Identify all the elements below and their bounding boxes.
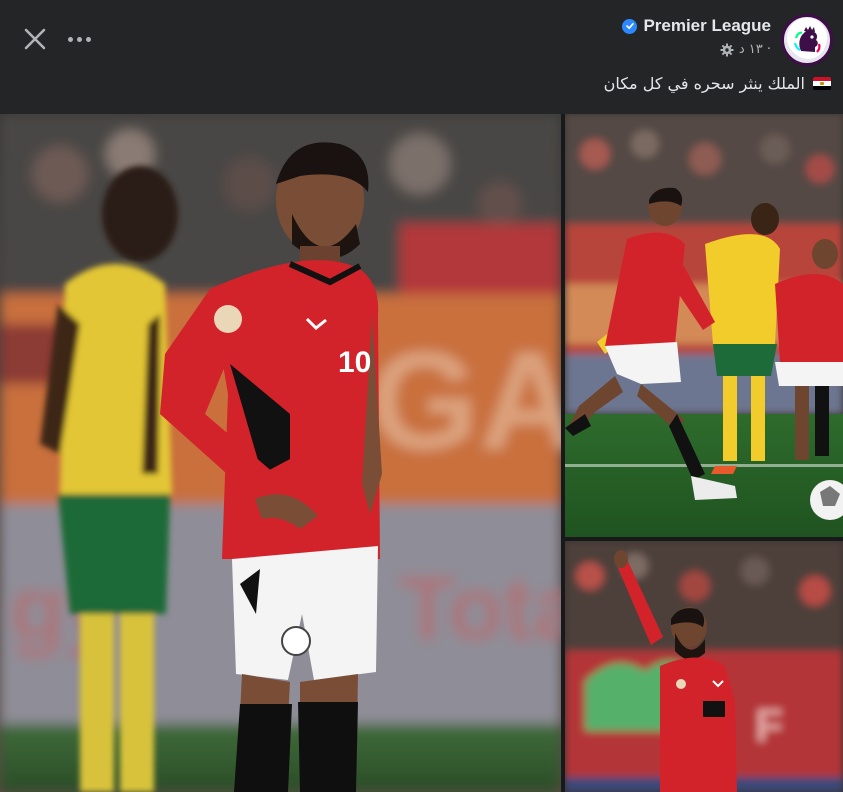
- svg-text:GA: GA: [370, 322, 561, 479]
- post-header: Premier League ١٣ د · الملك ينثر سحره في…: [0, 0, 843, 114]
- page-name-row: Premier League: [622, 16, 771, 36]
- photo-bottom-right[interactable]: F: [565, 541, 843, 792]
- gear-icon[interactable]: [720, 43, 734, 57]
- photo-top-right-image: [565, 114, 843, 537]
- close-button[interactable]: [20, 24, 50, 54]
- caption-text: الملك ينثر سحره في كل مكان: [603, 74, 805, 93]
- more-options-button[interactable]: [64, 26, 94, 52]
- svg-text:F: F: [755, 699, 783, 751]
- photo-top-right[interactable]: [565, 114, 843, 537]
- more-options-dot: [85, 36, 91, 42]
- egypt-flag-icon: [813, 77, 831, 90]
- photo-main[interactable]: GA gy Tota 10: [0, 114, 561, 792]
- jersey-number: 10: [338, 346, 371, 379]
- close-icon: [24, 28, 46, 50]
- premier-league-lion-logo: [790, 23, 826, 59]
- post-caption: الملك ينثر سحره في كل مكان: [604, 74, 831, 93]
- post-timestamp[interactable]: ١٣ د ·: [739, 42, 771, 57]
- photo-main-image: GA gy Tota 10: [0, 114, 561, 792]
- more-options-dot: [76, 36, 82, 42]
- post-meta: ١٣ د ·: [720, 42, 771, 57]
- more-options-icon: [67, 36, 73, 42]
- svg-text:Tota: Tota: [400, 559, 561, 659]
- photo-bottom-right-image: F: [565, 541, 843, 792]
- verified-badge-icon: [622, 18, 638, 34]
- photo-grid: GA gy Tota 10 F: [0, 114, 843, 792]
- page-avatar[interactable]: [781, 14, 833, 66]
- page-name-link[interactable]: Premier League: [643, 16, 771, 36]
